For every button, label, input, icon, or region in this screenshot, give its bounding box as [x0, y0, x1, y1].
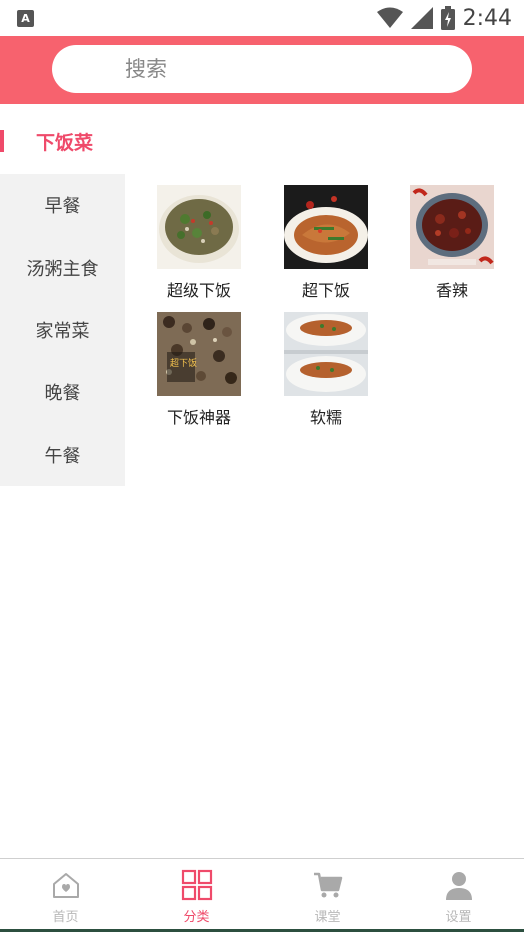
section-title-indicator	[0, 130, 4, 152]
food-image-braised-fish	[284, 185, 368, 269]
user-icon	[445, 872, 472, 900]
grid-item-label: 超下饭	[301, 281, 350, 300]
food-image-spicy-chili-bowl	[410, 185, 494, 269]
cart-icon	[313, 872, 342, 898]
sidebar-item-dinner[interactable]: 晚餐	[0, 361, 125, 423]
status-indicators: 2:44	[376, 4, 512, 32]
grid-item-soft-glutinous[interactable]: 软糯	[284, 312, 368, 428]
sidebar-item-home-cooking[interactable]: 家常菜	[0, 299, 125, 361]
section-title[interactable]: 下饭菜	[36, 128, 93, 155]
status-bar: A 2:44	[0, 0, 524, 36]
sidebar-item-soup-staple[interactable]: 汤粥主食	[0, 236, 125, 298]
food-image-stir-fried-greens	[157, 185, 241, 269]
nav-item-classroom[interactable]: 课堂	[262, 859, 393, 932]
grid-item-label: 香辣	[435, 281, 468, 300]
nav-label-settings: 设置	[445, 910, 472, 925]
nav-label-classroom: 课堂	[314, 910, 341, 925]
nav-item-home[interactable]: 首页	[0, 859, 131, 932]
nav-item-settings[interactable]: 设置	[393, 859, 524, 932]
grid-item-label: 下饭神器	[166, 408, 231, 427]
wifi-icon	[376, 7, 403, 28]
grid-item-spicy[interactable]: 香辣	[410, 185, 494, 301]
home-icon	[52, 873, 79, 898]
food-image-minced-meat: 超下饭	[157, 312, 241, 396]
nav-item-category[interactable]: 分类	[131, 859, 262, 932]
nav-label-category: 分类	[183, 910, 210, 925]
grid-item-label: 软糯	[309, 408, 342, 427]
bottom-navigation: 首页 分类 课堂 设置	[0, 858, 524, 932]
grid-item-label: 超级下饭	[166, 281, 231, 300]
search-header	[0, 36, 524, 104]
sidebar-item-breakfast[interactable]: 早餐	[0, 174, 125, 236]
signal-icon	[410, 7, 433, 29]
category-sidebar: 早餐 汤粥主食 家常菜 晚餐 午餐	[0, 174, 125, 486]
grid-item-super-rice-dish[interactable]: 超级下饭	[157, 185, 241, 301]
food-image-rice-with-topping	[284, 312, 368, 396]
app-notification-icon: A	[17, 10, 34, 27]
thumb-overlay-text: 超下饭	[170, 357, 197, 369]
search-input[interactable]	[52, 45, 472, 93]
grid-item-rice-companion[interactable]: 超下饭 下饭神器	[157, 312, 241, 428]
status-time: 2:44	[462, 5, 512, 31]
grid-item-rice-dish[interactable]: 超下饭	[284, 185, 368, 301]
sidebar-item-lunch[interactable]: 午餐	[0, 424, 125, 486]
battery-icon	[440, 6, 455, 30]
search-box[interactable]	[52, 45, 472, 93]
nav-label-home: 首页	[52, 910, 79, 925]
category-grid-icon	[181, 869, 212, 901]
